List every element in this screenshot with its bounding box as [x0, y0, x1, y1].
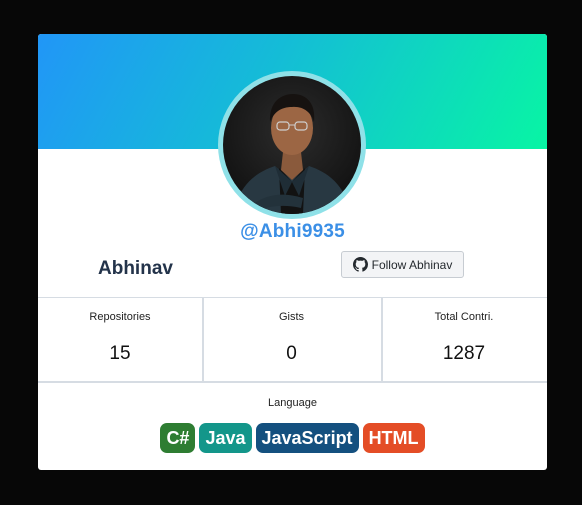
- language-badges: C# Java JavaScript HTML: [38, 423, 547, 453]
- language-badge-csharp: C#: [160, 423, 196, 453]
- avatar-photo: [233, 94, 351, 214]
- stat-label: Repositories: [89, 311, 151, 323]
- follow-button[interactable]: Follow Abhinav: [341, 251, 464, 278]
- avatar: [223, 76, 361, 214]
- language-heading: Language: [268, 397, 317, 409]
- profile-handle[interactable]: @Abhi9935: [38, 221, 547, 243]
- avatar-ring: [218, 71, 366, 219]
- stat-value: 0: [286, 343, 297, 364]
- stats-row: Repositories 15 Gists 0 Total Contri. 12…: [38, 297, 547, 383]
- stat-value: 1287: [442, 343, 486, 364]
- language-badge-html: HTML: [362, 423, 425, 453]
- profile-name: Abhinav: [98, 258, 173, 279]
- stat-total-contributions: Total Contri. 1287: [381, 298, 547, 382]
- stat-gists: Gists 0: [202, 298, 383, 382]
- stat-label: Gists: [278, 311, 305, 323]
- follow-button-label: Follow Abhinav: [371, 257, 453, 272]
- github-icon: [352, 257, 368, 272]
- language-badge-java: Java: [199, 423, 252, 453]
- stat-value: 15: [109, 343, 131, 364]
- stat-label: Total Contri.: [434, 311, 494, 323]
- language-badge-javascript: JavaScript: [255, 423, 359, 453]
- stat-repositories: Repositories 15: [38, 298, 204, 382]
- profile-card: @Abhi9935 Abhinav Follow Abhinav Reposit…: [38, 34, 547, 470]
